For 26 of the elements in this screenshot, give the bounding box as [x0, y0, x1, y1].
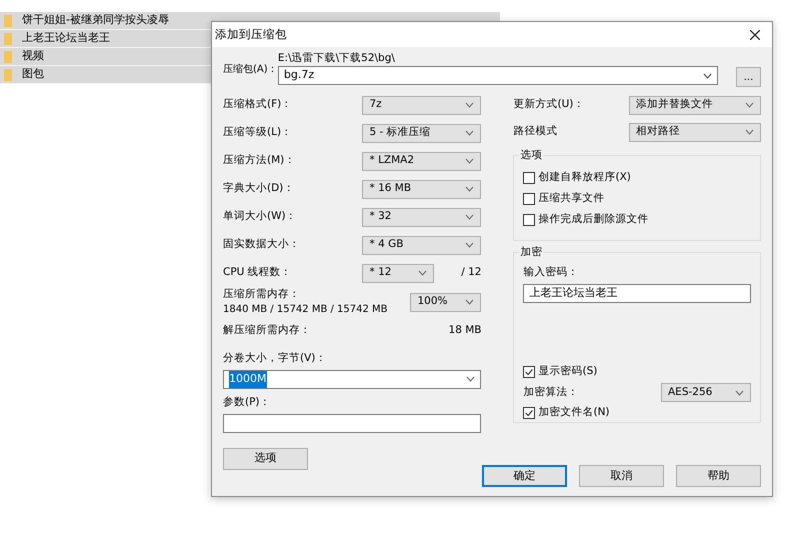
file-name: 上老王论坛当老王 — [22, 30, 110, 46]
file-name: 图包 — [22, 66, 44, 82]
field-label: 参数(P)： — [223, 394, 272, 410]
field-label: 字典大小(D)： — [223, 181, 294, 196]
path-text: E:\迅雷下载\下载52\bg\ — [278, 51, 396, 66]
field-label: 压缩等级(L)： — [223, 125, 292, 140]
window-title: 添加到压缩包 — [215, 26, 287, 43]
field-label: 压缩方法(M)： — [223, 153, 296, 168]
field-label: 更新方式(U)： — [513, 97, 584, 112]
field-label: 压缩包(A)： — [223, 62, 278, 77]
field-label: 解压缩所需内存： — [223, 323, 311, 338]
field-label: 输入密码： — [523, 265, 580, 280]
field-label: 固实数据大小： — [223, 237, 300, 252]
field-label: CPU 线程数： — [223, 265, 292, 280]
file-name: 饼干姐姐-被继弟同学按头凌辱 — [22, 12, 169, 28]
field-label: 路径模式 — [513, 124, 558, 140]
count-text: / 12 — [461, 265, 482, 280]
field-value: 1000M — [229, 371, 266, 388]
field-label: 加密算法： — [523, 384, 578, 400]
field-label: 压缩所需内存： — [223, 286, 301, 302]
field-label: 压缩格式(F)： — [223, 97, 292, 112]
field-label: 分卷大小，字节(V)： — [223, 351, 328, 366]
memory-text: 18 MB — [448, 323, 482, 338]
file-name: 视频 — [22, 48, 44, 64]
memory-text: 1840 MB / 15742 MB / 15742 MB — [223, 303, 388, 318]
field-label: 单词大小(W)： — [223, 209, 297, 224]
